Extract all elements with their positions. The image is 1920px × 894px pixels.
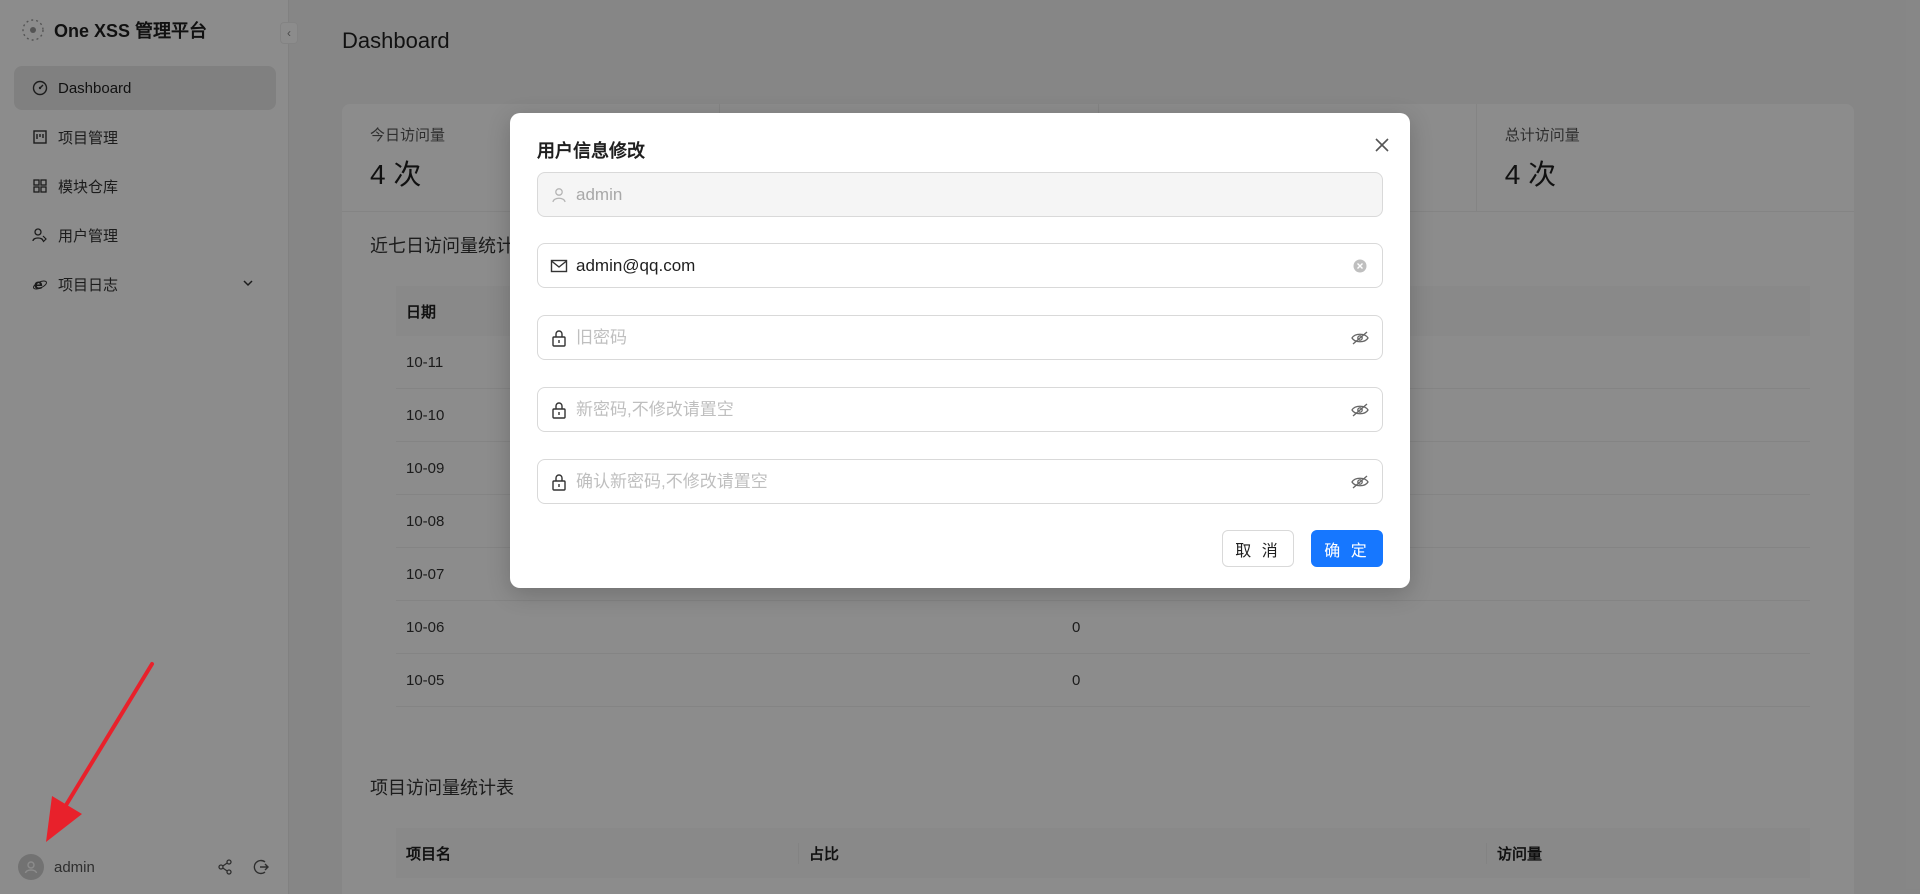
confirm-button[interactable]: 确 定 <box>1311 530 1383 567</box>
old-password-field[interactable] <box>537 315 1383 360</box>
user-icon <box>550 186 568 204</box>
new-password-input[interactable] <box>576 399 1342 420</box>
lock-icon <box>550 329 568 347</box>
user-edit-modal: 用户信息修改 admin admin@qq.com 取 消 确 定 <box>510 113 1410 588</box>
eye-invisible-icon[interactable] <box>1350 400 1370 420</box>
email-input[interactable] <box>576 255 1342 276</box>
confirm-password-input[interactable] <box>576 471 1342 492</box>
eye-invisible-icon[interactable] <box>1350 472 1370 492</box>
clear-icon[interactable] <box>1350 256 1370 276</box>
modal-title: 用户信息修改 <box>537 141 645 161</box>
mail-icon <box>550 257 568 275</box>
new-password-field[interactable] <box>537 387 1383 432</box>
lock-icon <box>550 473 568 491</box>
confirm-password-field[interactable] <box>537 459 1383 504</box>
username-input <box>576 184 1370 205</box>
close-icon[interactable] <box>1370 133 1394 157</box>
email-field[interactable] <box>537 243 1383 288</box>
lock-icon <box>550 401 568 419</box>
cancel-button[interactable]: 取 消 <box>1222 530 1294 567</box>
username-field <box>537 172 1383 217</box>
old-password-input[interactable] <box>576 327 1342 348</box>
eye-invisible-icon[interactable] <box>1350 328 1370 348</box>
